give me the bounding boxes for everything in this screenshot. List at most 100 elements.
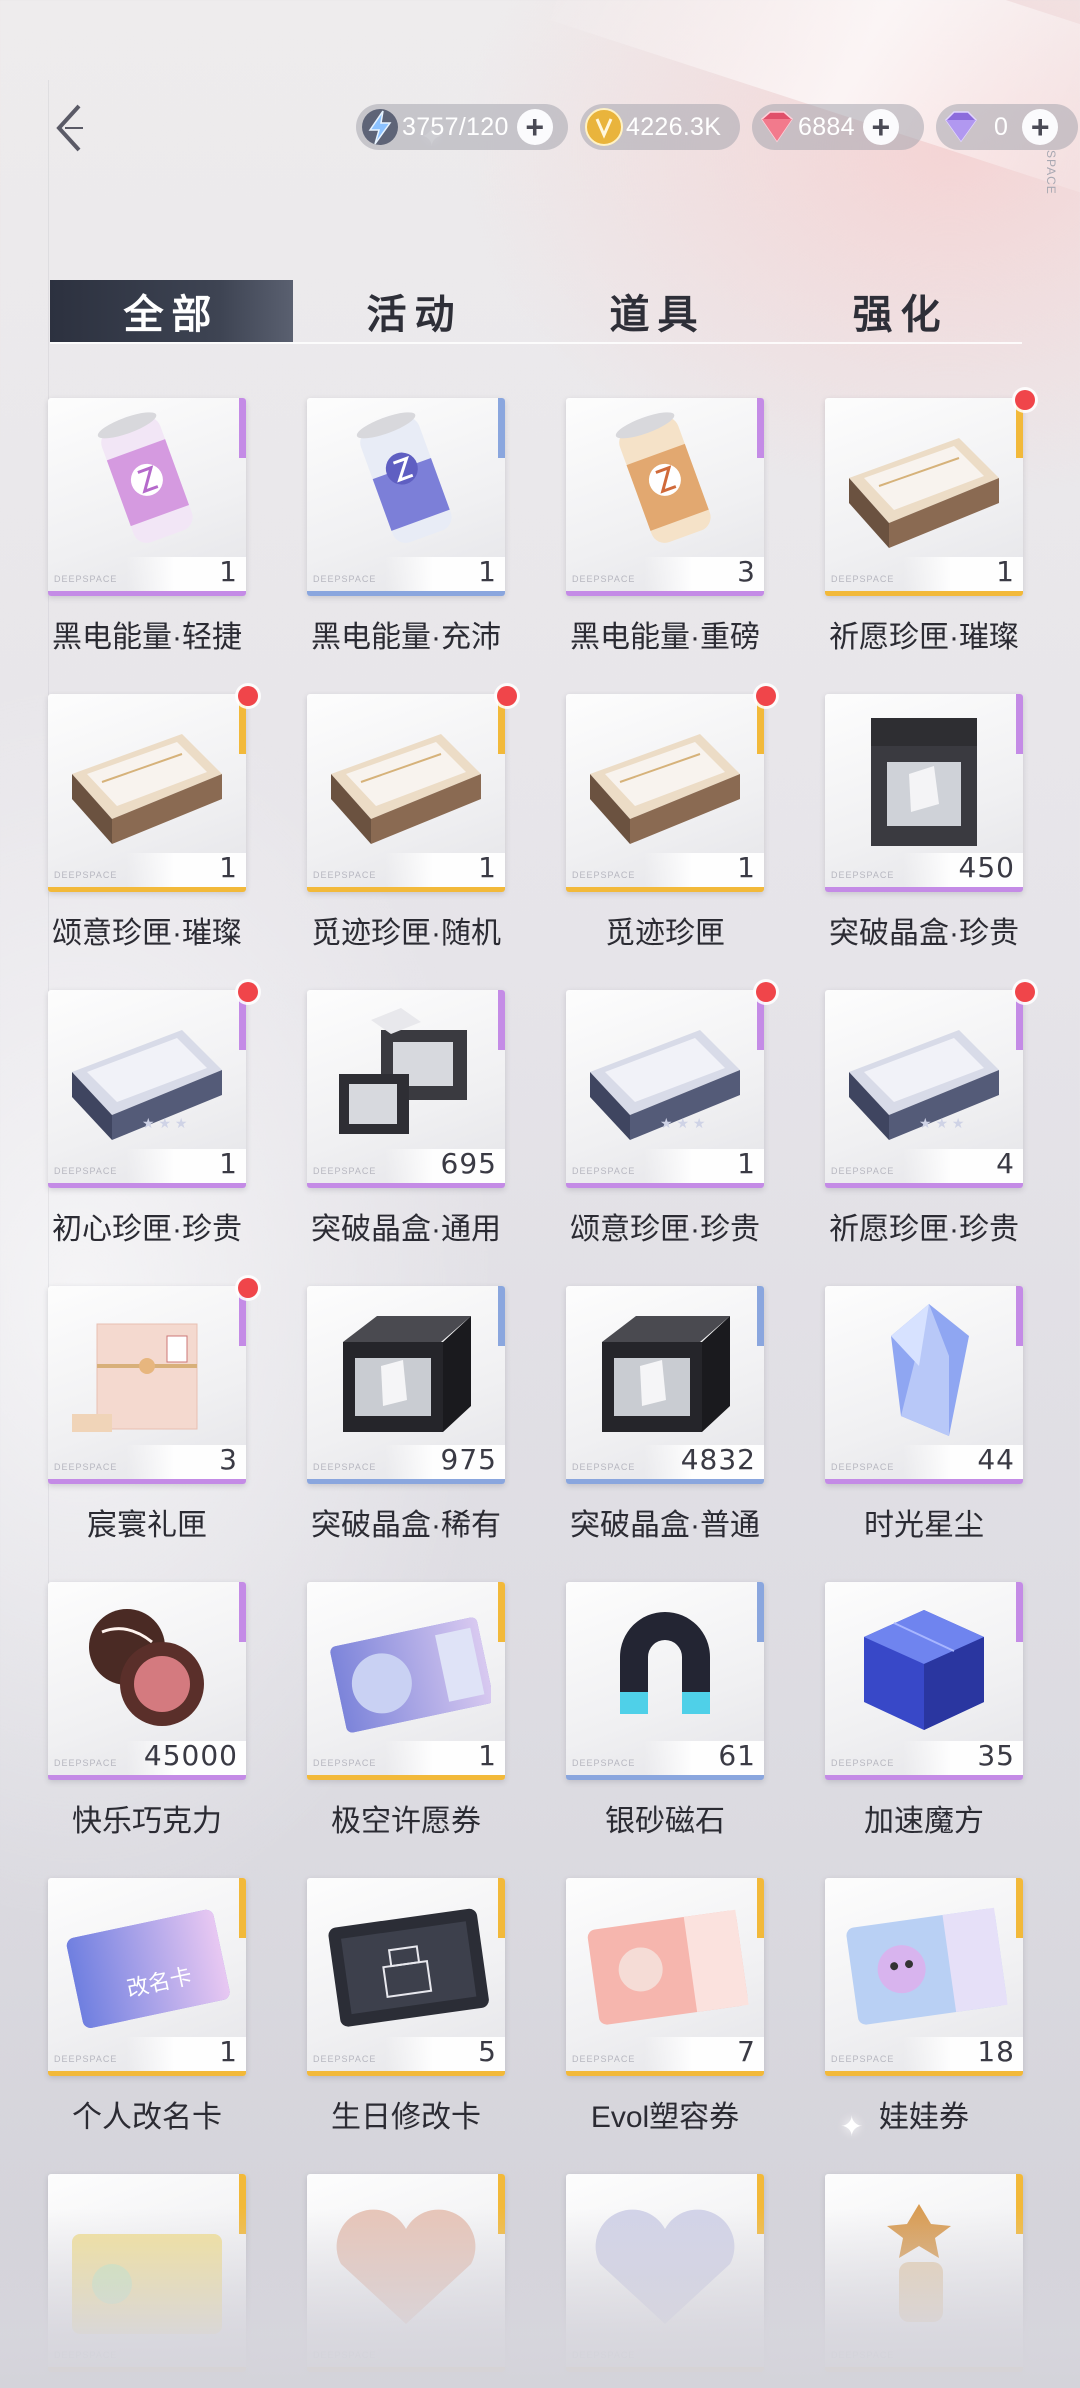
- rarity-bar: [825, 1775, 1023, 1780]
- notification-dot: [756, 686, 776, 706]
- rarity-marker: [239, 1878, 246, 1938]
- rarity-marker: [239, 2174, 246, 2234]
- item-name: 颂意珍匣·璀璨: [52, 917, 242, 950]
- rarity-bar: [307, 2071, 505, 2076]
- rarity-bar: [48, 2367, 246, 2372]
- add-purple-diamond-button[interactable]: +: [1022, 109, 1059, 145]
- item-count: 1: [737, 851, 756, 884]
- rarity-bar: [825, 591, 1023, 596]
- item-card[interactable]: 改名卡 DEEPSPACE 1: [48, 1878, 246, 2076]
- item-count: 450: [958, 851, 1015, 884]
- item-card[interactable]: DEEPSPACE 1: [307, 1582, 505, 1780]
- diamond-heart-icon: [336, 2209, 476, 2324]
- brand-mark: DEEPSPACE: [831, 1166, 895, 1176]
- box-gold-icon: [72, 734, 222, 844]
- item-card[interactable]: DEEPSPACE 3: [48, 1286, 246, 1484]
- lightning-icon: [358, 105, 402, 149]
- item-card[interactable]: DEEPSPACE 18: [825, 1878, 1023, 2076]
- item-count: 61: [718, 1739, 756, 1772]
- item-card[interactable]: DEEPSPACE 4832: [566, 1286, 764, 1484]
- item-card[interactable]: DEEPSPACE 3: [566, 398, 764, 596]
- item-card[interactable]: DEEPSPACE 5: [307, 1878, 505, 2076]
- brand-mark: DEEPSPACE: [572, 2350, 636, 2360]
- box-gold-icon: [849, 438, 999, 548]
- add-stamina-button[interactable]: +: [516, 109, 553, 145]
- item-name: 黑电能量·充沛: [311, 621, 501, 654]
- item-card[interactable]: ★ ★ ★ DEEPSPACE 1: [48, 990, 246, 1188]
- brand-mark: DEEPSPACE: [831, 2350, 895, 2360]
- item-name: 加速魔方: [864, 1805, 984, 1838]
- rarity-marker: [757, 1878, 764, 1938]
- item-count: 45000: [143, 1739, 238, 1772]
- tab-all[interactable]: 全部: [50, 280, 293, 342]
- item-card[interactable]: DEEPSPACE 1: [307, 398, 505, 596]
- cube-icon: [864, 1610, 984, 1730]
- brand-mark: DEEPSPACE: [54, 2054, 118, 2064]
- brand-mark: DEEPSPACE: [54, 2350, 118, 2360]
- evol-ticket-icon: [587, 1909, 749, 2025]
- item-card[interactable]: DEEPSPACE: [566, 2174, 764, 2372]
- item-card[interactable]: DEEPSPACE 44: [825, 1286, 1023, 1484]
- item-card[interactable]: DEEPSPACE 1: [48, 694, 246, 892]
- rarity-bar: [307, 591, 505, 596]
- add-red-gem-button[interactable]: +: [862, 109, 899, 145]
- rarity-marker: [239, 1582, 246, 1642]
- rarity-bar: [825, 1479, 1023, 1484]
- item-count: 4: [996, 1147, 1015, 1180]
- item-name: 祈愿珍匣·珍贵: [829, 1213, 1019, 1246]
- rarity-marker: [498, 1878, 505, 1938]
- item-card[interactable]: DEEPSPACE: [48, 2174, 246, 2372]
- tab-event[interactable]: 活动: [293, 280, 536, 342]
- rarity-bar: [307, 1479, 505, 1484]
- brand-mark: DEEPSPACE: [572, 1462, 636, 1472]
- item-card[interactable]: DEEPSPACE 1: [566, 694, 764, 892]
- item-card[interactable]: DEEPSPACE 1: [48, 398, 246, 596]
- item-card[interactable]: ★ ★ ★ DEEPSPACE 4: [825, 990, 1023, 1188]
- tab-props[interactable]: 道具: [536, 280, 779, 342]
- item-count: 18: [977, 2035, 1015, 2068]
- rarity-bar: [48, 1479, 246, 1484]
- currency-bar: 3757/120 + 4226.3K 6884 + 0 +: [356, 104, 1078, 150]
- notification-dot: [238, 1278, 258, 1298]
- brand-mark: DEEPSPACE: [54, 1758, 118, 1768]
- notification-dot: [238, 982, 258, 1002]
- gift-box-icon: [72, 1323, 198, 1432]
- item-card[interactable]: ★ ★ ★ DEEPSPACE 1: [566, 990, 764, 1188]
- rename-card-icon: 改名卡: [66, 1909, 230, 2028]
- brand-mark: DEEPSPACE: [831, 1758, 895, 1768]
- item-count: 3: [737, 555, 756, 588]
- item-card[interactable]: DEEPSPACE 7: [566, 1878, 764, 2076]
- item-card[interactable]: DEEPSPACE 1: [307, 694, 505, 892]
- item-card[interactable]: DEEPSPACE 1: [825, 398, 1023, 596]
- rarity-marker: [498, 1286, 505, 1346]
- item-name: 生日修改卡: [331, 2101, 481, 2134]
- tab-enhance[interactable]: 强化: [779, 280, 1022, 342]
- item-card[interactable]: DEEPSPACE 45000: [48, 1582, 246, 1780]
- item-name: 极空许愿券: [331, 1805, 481, 1838]
- rarity-bar: [307, 887, 505, 892]
- item-card[interactable]: DEEPSPACE 975: [307, 1286, 505, 1484]
- item-card[interactable]: DEEPSPACE: [825, 2174, 1023, 2372]
- item-card[interactable]: DEEPSPACE 35: [825, 1582, 1023, 1780]
- item-name: 突破晶盒·珍贵: [829, 917, 1019, 950]
- item-count: 975: [440, 1443, 497, 1476]
- rarity-marker: [498, 1582, 505, 1642]
- box-gold-icon: [590, 734, 740, 844]
- item-card[interactable]: DEEPSPACE: [307, 2174, 505, 2372]
- item-name: 突破晶盒·通用: [311, 1213, 501, 1246]
- box-blue-icon: ★ ★ ★: [72, 1030, 222, 1140]
- back-button[interactable]: [48, 100, 92, 156]
- notification-dot: [1015, 982, 1035, 1002]
- rarity-bar: [307, 1183, 505, 1188]
- item-count: 1: [219, 1147, 238, 1180]
- box-gold-icon: [331, 734, 481, 844]
- brand-mark: DEEPSPACE: [572, 1166, 636, 1176]
- item-card[interactable]: DEEPSPACE 61: [566, 1582, 764, 1780]
- can-purple-icon: [97, 412, 193, 543]
- item-card[interactable]: DEEPSPACE 695: [307, 990, 505, 1188]
- crate-dark-icon: [871, 718, 977, 846]
- item-count: 1: [737, 1147, 756, 1180]
- rarity-bar: [825, 2071, 1023, 2076]
- item-card[interactable]: DEEPSPACE 450: [825, 694, 1023, 892]
- rarity-bar: [48, 591, 246, 596]
